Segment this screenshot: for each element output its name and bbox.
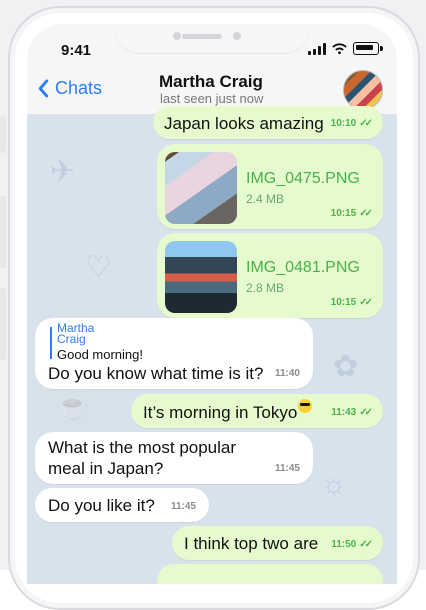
side-button: [0, 288, 6, 360]
double-check-icon: ✓✓: [359, 118, 373, 129]
message-meta: 11:45: [171, 501, 196, 512]
phone-mockup: 9:41 Chats Martha Craig last seen just n…: [0, 0, 426, 610]
wifi-icon: [332, 42, 347, 54]
message-meta: 10:15 ✓✓: [330, 297, 373, 308]
message-text-content: It’s morning in Tokyo: [143, 403, 298, 422]
outgoing-message[interactable]: Japan looks amazing! 10:10 ✓✓: [153, 106, 383, 139]
message-text: Do you know what time is it?: [48, 364, 264, 383]
message-time: 11:50: [331, 539, 357, 550]
message-time: 10:15: [330, 208, 357, 219]
outgoing-message[interactable]: It’s morning in Tokyo 11:43 ✓✓: [131, 394, 383, 428]
side-button: [0, 115, 6, 153]
last-seen-status: last seen just now: [160, 91, 264, 106]
message-meta: 10:15 ✓✓: [330, 208, 373, 219]
message-list[interactable]: ✈ ♡ ☕ ✿ ☼ Japan looks amazing! 10:10 ✓✓ I…: [27, 106, 397, 584]
double-check-icon: ✓✓: [359, 208, 373, 219]
background-doodle: ✈: [50, 155, 76, 188]
double-check-icon: ✓✓: [359, 407, 373, 418]
message-meta: 11:43 ✓✓: [331, 407, 373, 418]
file-thumbnail[interactable]: [165, 152, 237, 224]
contact-avatar[interactable]: [343, 70, 383, 110]
background-doodle: ♡: [85, 251, 112, 284]
message-text: Japan looks amazing!: [164, 114, 324, 133]
background-doodle: ☼: [320, 468, 348, 501]
message-meta: 10:10 ✓✓: [330, 118, 373, 129]
incoming-reply-message[interactable]: Martha Craig Good morning! Do you know w…: [35, 318, 313, 389]
partial-outgoing-message[interactable]: [157, 564, 383, 584]
file-thumbnail[interactable]: [165, 241, 237, 313]
message-time: 11:43: [331, 407, 357, 418]
message-text: I think top two are: [184, 534, 319, 553]
back-button[interactable]: Chats: [37, 78, 102, 99]
message-time: 10:10: [330, 118, 357, 129]
sunglasses-emoji-icon: [298, 399, 313, 413]
reply-indicator: [50, 327, 52, 359]
status-icons: [308, 42, 383, 55]
file-name[interactable]: IMG_0475.PNG: [246, 170, 360, 188]
outgoing-file-message[interactable]: IMG_0481.PNG 2.8 MB 10:15 ✓✓: [157, 233, 383, 318]
background-doodle: ☕: [55, 391, 93, 424]
incoming-message[interactable]: What is the most popular meal in Japan? …: [35, 432, 313, 484]
back-label: Chats: [55, 78, 103, 98]
side-button: [0, 196, 6, 268]
status-time: 9:41: [61, 42, 92, 59]
battery-icon: [353, 42, 383, 55]
message-text: Do you like it?: [48, 496, 155, 515]
outgoing-file-message[interactable]: IMG_0475.PNG 2.4 MB 10:15 ✓✓: [157, 144, 383, 229]
message-meta: 11:50 ✓✓: [331, 539, 373, 550]
message-meta: 11:40: [275, 368, 300, 379]
file-size: 2.4 MB: [246, 192, 285, 206]
message-time: 11:45: [170, 501, 196, 512]
double-check-icon: ✓✓: [359, 297, 373, 308]
message-meta: 11:45: [275, 463, 300, 474]
chevron-left-icon: [38, 79, 49, 98]
file-name[interactable]: IMG_0481.PNG: [246, 259, 360, 277]
outgoing-message[interactable]: I think top two are 11:50 ✓✓: [172, 526, 383, 560]
sensor-dot: [233, 32, 241, 40]
message-text: It’s morning in Tokyo: [143, 399, 313, 423]
notch: [115, 24, 309, 54]
signal-icon: [308, 42, 326, 55]
chat-screen: 9:41 Chats Martha Craig last seen just n…: [27, 24, 397, 584]
speaker-grille: [182, 34, 222, 39]
reply-author: Martha Craig: [57, 321, 95, 346]
double-check-icon: ✓✓: [359, 539, 373, 550]
message-time: 10:15: [330, 297, 357, 308]
file-size: 2.8 MB: [246, 281, 285, 295]
contact-name[interactable]: Martha Craig: [159, 72, 263, 92]
background-doodle: ✿: [333, 350, 359, 383]
camera-dot: [173, 32, 181, 40]
chat-header: 9:41 Chats Martha Craig last seen just n…: [27, 24, 397, 115]
message-time: 11:40: [274, 368, 300, 379]
message-time: 11:45: [274, 463, 300, 474]
message-text: What is the most popular meal in Japan?: [48, 438, 237, 478]
reply-text: Good morning!: [57, 347, 143, 362]
incoming-message[interactable]: Do you like it? 11:45: [35, 488, 209, 522]
